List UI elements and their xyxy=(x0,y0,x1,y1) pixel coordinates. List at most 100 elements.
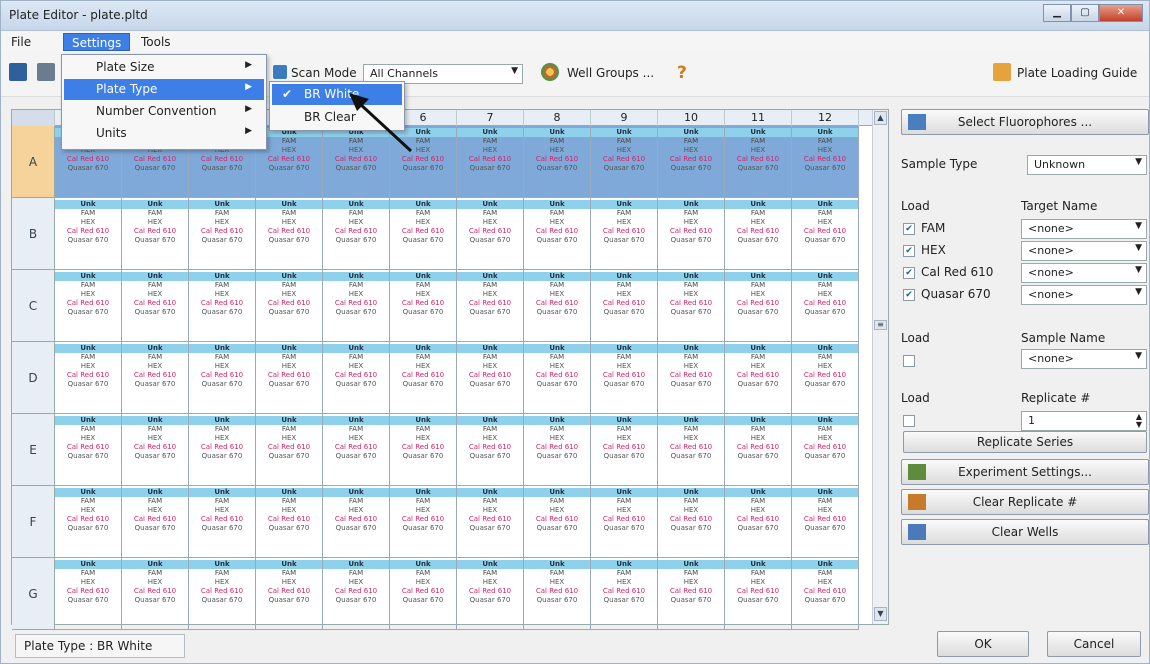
menu-item-plate-type[interactable]: Plate Type ▶ xyxy=(64,79,264,100)
target-checkbox-3[interactable]: ✔ xyxy=(903,289,915,301)
well-G10[interactable]: Unk FAM HEX Cal Red 610 Quasar 670 xyxy=(658,558,725,630)
clear-wells-button[interactable]: Clear Wells xyxy=(901,519,1149,545)
well-C6[interactable]: Unk FAM HEX Cal Red 610 Quasar 670 xyxy=(390,270,457,342)
well-D10[interactable]: Unk FAM HEX Cal Red 610 Quasar 670 xyxy=(658,342,725,414)
well-E12[interactable]: Unk FAM HEX Cal Red 610 Quasar 670 xyxy=(792,414,859,486)
well-F1[interactable]: Unk FAM HEX Cal Red 610 Quasar 670 xyxy=(55,486,122,558)
well-G11[interactable]: Unk FAM HEX Cal Red 610 Quasar 670 xyxy=(725,558,792,630)
well-F6[interactable]: Unk FAM HEX Cal Red 610 Quasar 670 xyxy=(390,486,457,558)
well-C11[interactable]: Unk FAM HEX Cal Red 610 Quasar 670 xyxy=(725,270,792,342)
menu-item-plate-size[interactable]: Plate Size ▶ xyxy=(64,57,264,78)
well-D2[interactable]: Unk FAM HEX Cal Red 610 Quasar 670 xyxy=(122,342,189,414)
cancel-button[interactable]: Cancel xyxy=(1047,631,1141,657)
well-D5[interactable]: Unk FAM HEX Cal Red 610 Quasar 670 xyxy=(323,342,390,414)
well-B7[interactable]: Unk FAM HEX Cal Red 610 Quasar 670 xyxy=(457,198,524,270)
well-G7[interactable]: Unk FAM HEX Cal Red 610 Quasar 670 xyxy=(457,558,524,630)
column-header-9[interactable]: 9 xyxy=(591,110,658,126)
well-D6[interactable]: Unk FAM HEX Cal Red 610 Quasar 670 xyxy=(390,342,457,414)
column-header-7[interactable]: 7 xyxy=(457,110,524,126)
well-B6[interactable]: Unk FAM HEX Cal Red 610 Quasar 670 xyxy=(390,198,457,270)
well-E11[interactable]: Unk FAM HEX Cal Red 610 Quasar 670 xyxy=(725,414,792,486)
select-fluorophores-button[interactable]: Select Fluorophores ... xyxy=(901,109,1149,135)
well-C12[interactable]: Unk FAM HEX Cal Red 610 Quasar 670 xyxy=(792,270,859,342)
well-E1[interactable]: Unk FAM HEX Cal Red 610 Quasar 670 xyxy=(55,414,122,486)
scroll-down-icon[interactable]: ▼ xyxy=(874,607,887,621)
maximize-button[interactable]: ▢ xyxy=(1071,4,1099,22)
well-E9[interactable]: Unk FAM HEX Cal Red 610 Quasar 670 xyxy=(591,414,658,486)
column-header-10[interactable]: 10 xyxy=(658,110,725,126)
well-D4[interactable]: Unk FAM HEX Cal Red 610 Quasar 670 xyxy=(256,342,323,414)
well-E4[interactable]: Unk FAM HEX Cal Red 610 Quasar 670 xyxy=(256,414,323,486)
well-F12[interactable]: Unk FAM HEX Cal Red 610 Quasar 670 xyxy=(792,486,859,558)
sample-type-select[interactable]: Unknown ▼ xyxy=(1027,155,1147,175)
well-E7[interactable]: Unk FAM HEX Cal Red 610 Quasar 670 xyxy=(457,414,524,486)
well-A10[interactable]: Unk FAM HEX Cal Red 610 Quasar 670 xyxy=(658,126,725,198)
replicate-input[interactable]: 1 ▲ ▼ xyxy=(1021,411,1147,431)
well-G9[interactable]: Unk FAM HEX Cal Red 610 Quasar 670 xyxy=(591,558,658,630)
row-header-A[interactable]: A xyxy=(12,126,55,198)
row-header-D[interactable]: D xyxy=(12,342,55,414)
well-B10[interactable]: Unk FAM HEX Cal Red 610 Quasar 670 xyxy=(658,198,725,270)
well-A12[interactable]: Unk FAM HEX Cal Red 610 Quasar 670 xyxy=(792,126,859,198)
well-E3[interactable]: Unk FAM HEX Cal Red 610 Quasar 670 xyxy=(189,414,256,486)
print-icon[interactable] xyxy=(37,63,55,81)
menu-item-units[interactable]: Units ▶ xyxy=(64,123,264,144)
well-G4[interactable]: Unk FAM HEX Cal Red 610 Quasar 670 xyxy=(256,558,323,630)
well-F10[interactable]: Unk FAM HEX Cal Red 610 Quasar 670 xyxy=(658,486,725,558)
target-checkbox-0[interactable]: ✔ xyxy=(903,223,915,235)
well-A8[interactable]: Unk FAM HEX Cal Red 610 Quasar 670 xyxy=(524,126,591,198)
well-E6[interactable]: Unk FAM HEX Cal Red 610 Quasar 670 xyxy=(390,414,457,486)
menu-file[interactable]: File xyxy=(3,33,39,51)
clear-replicate-button[interactable]: Clear Replicate # xyxy=(901,489,1149,515)
well-G2[interactable]: Unk FAM HEX Cal Red 610 Quasar 670 xyxy=(122,558,189,630)
well-D12[interactable]: Unk FAM HEX Cal Red 610 Quasar 670 xyxy=(792,342,859,414)
row-header-B[interactable]: B xyxy=(12,198,55,270)
well-C7[interactable]: Unk FAM HEX Cal Red 610 Quasar 670 xyxy=(457,270,524,342)
well-F2[interactable]: Unk FAM HEX Cal Red 610 Quasar 670 xyxy=(122,486,189,558)
well-D7[interactable]: Unk FAM HEX Cal Red 610 Quasar 670 xyxy=(457,342,524,414)
save-icon[interactable] xyxy=(9,63,27,81)
well-B4[interactable]: Unk FAM HEX Cal Red 610 Quasar 670 xyxy=(256,198,323,270)
well-C9[interactable]: Unk FAM HEX Cal Red 610 Quasar 670 xyxy=(591,270,658,342)
vertical-scrollbar[interactable]: ▲ ▼ ≡ xyxy=(872,110,888,624)
menu-tools[interactable]: Tools xyxy=(133,33,179,51)
replicate-series-button[interactable]: Replicate Series xyxy=(903,431,1147,453)
well-F4[interactable]: Unk FAM HEX Cal Red 610 Quasar 670 xyxy=(256,486,323,558)
row-header-E[interactable]: E xyxy=(12,414,55,486)
well-E10[interactable]: Unk FAM HEX Cal Red 610 Quasar 670 xyxy=(658,414,725,486)
plate-loading-guide-button[interactable]: Plate Loading Guide xyxy=(1017,66,1137,80)
well-F9[interactable]: Unk FAM HEX Cal Red 610 Quasar 670 xyxy=(591,486,658,558)
well-D11[interactable]: Unk FAM HEX Cal Red 610 Quasar 670 xyxy=(725,342,792,414)
well-D3[interactable]: Unk FAM HEX Cal Red 610 Quasar 670 xyxy=(189,342,256,414)
target-name-select[interactable]: <none> ▼ xyxy=(1021,219,1147,239)
minimize-button[interactable]: ▁ xyxy=(1043,4,1071,22)
target-name-select[interactable]: <none> ▼ xyxy=(1021,263,1147,283)
target-checkbox-2[interactable]: ✔ xyxy=(903,267,915,279)
well-E2[interactable]: Unk FAM HEX Cal Red 610 Quasar 670 xyxy=(122,414,189,486)
ok-button[interactable]: OK xyxy=(937,631,1029,657)
well-groups-button[interactable]: Well Groups ... xyxy=(567,66,654,80)
menu-settings[interactable]: Settings xyxy=(63,33,131,51)
well-E5[interactable]: Unk FAM HEX Cal Red 610 Quasar 670 xyxy=(323,414,390,486)
well-B8[interactable]: Unk FAM HEX Cal Red 610 Quasar 670 xyxy=(524,198,591,270)
well-C4[interactable]: Unk FAM HEX Cal Red 610 Quasar 670 xyxy=(256,270,323,342)
well-C8[interactable]: Unk FAM HEX Cal Red 610 Quasar 670 xyxy=(524,270,591,342)
scroll-thumb[interactable]: ≡ xyxy=(874,320,887,330)
load-sample-checkbox[interactable] xyxy=(903,355,915,367)
well-B3[interactable]: Unk FAM HEX Cal Red 610 Quasar 670 xyxy=(189,198,256,270)
well-G1[interactable]: Unk FAM HEX Cal Red 610 Quasar 670 xyxy=(55,558,122,630)
well-A7[interactable]: Unk FAM HEX Cal Red 610 Quasar 670 xyxy=(457,126,524,198)
well-C10[interactable]: Unk FAM HEX Cal Red 610 Quasar 670 xyxy=(658,270,725,342)
well-D1[interactable]: Unk FAM HEX Cal Red 610 Quasar 670 xyxy=(55,342,122,414)
row-header-G[interactable]: G xyxy=(12,558,55,630)
well-A11[interactable]: Unk FAM HEX Cal Red 610 Quasar 670 xyxy=(725,126,792,198)
well-A9[interactable]: Unk FAM HEX Cal Red 610 Quasar 670 xyxy=(591,126,658,198)
menu-item-number-convention[interactable]: Number Convention ▶ xyxy=(64,101,264,122)
well-D9[interactable]: Unk FAM HEX Cal Red 610 Quasar 670 xyxy=(591,342,658,414)
well-C5[interactable]: Unk FAM HEX Cal Red 610 Quasar 670 xyxy=(323,270,390,342)
well-C1[interactable]: Unk FAM HEX Cal Red 610 Quasar 670 xyxy=(55,270,122,342)
well-E8[interactable]: Unk FAM HEX Cal Red 610 Quasar 670 xyxy=(524,414,591,486)
well-B11[interactable]: Unk FAM HEX Cal Red 610 Quasar 670 xyxy=(725,198,792,270)
row-header-C[interactable]: C xyxy=(12,270,55,342)
well-B12[interactable]: Unk FAM HEX Cal Red 610 Quasar 670 xyxy=(792,198,859,270)
